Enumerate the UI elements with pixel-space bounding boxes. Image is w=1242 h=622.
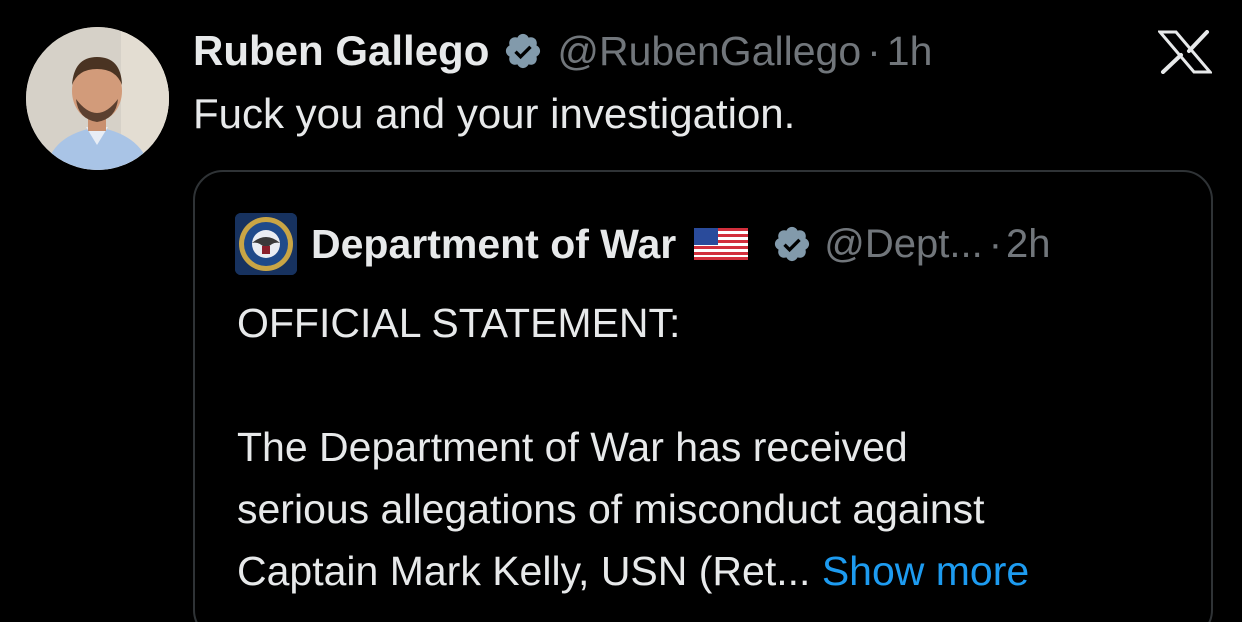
tweet-time[interactable]: 1h [887, 28, 933, 75]
quoted-tweet-card[interactable]: Department of War @Dept... · 2h OFFICIAL… [193, 170, 1213, 622]
quoted-author-avatar[interactable] [235, 213, 297, 275]
tweet-text: Fuck you and your investigation. [193, 90, 796, 137]
separator-dot: · [988, 221, 1003, 266]
quoted-tweet-line: serious allegations of misconduct agains… [237, 486, 985, 532]
author-handle[interactable]: @RubenGallego [557, 28, 861, 75]
quoted-author-handle[interactable]: @Dept... [824, 222, 982, 267]
quoted-tweet-text: OFFICIAL STATEMENT: The Department of Wa… [237, 292, 1197, 602]
author-avatar[interactable] [26, 27, 169, 170]
verified-badge-icon[interactable] [772, 224, 812, 264]
verified-badge-icon[interactable] [503, 31, 543, 71]
quoted-tweet-line-text: Captain Mark Kelly, USN (Ret... [237, 548, 811, 594]
quoted-tweet-header: Department of War @Dept... · 2h [235, 212, 1051, 276]
x-logo-icon[interactable] [1156, 30, 1214, 74]
quoted-tweet-line: The Department of War has received [237, 424, 908, 470]
tweet-header: Ruben Gallego @RubenGallego · 1h [193, 23, 932, 79]
quoted-tweet-time[interactable]: 2h [1006, 222, 1051, 267]
author-name[interactable]: Ruben Gallego [193, 27, 489, 75]
quoted-tweet-heading: OFFICIAL STATEMENT: [237, 300, 681, 346]
us-flag-icon [694, 228, 749, 260]
quoted-tweet-line-last: Captain Mark Kelly, USN (Ret... Show mor… [237, 540, 1197, 602]
show-more-link[interactable]: Show more [822, 548, 1029, 594]
quoted-author-name[interactable]: Department of War [311, 221, 676, 268]
separator-dot: · [867, 27, 881, 74]
